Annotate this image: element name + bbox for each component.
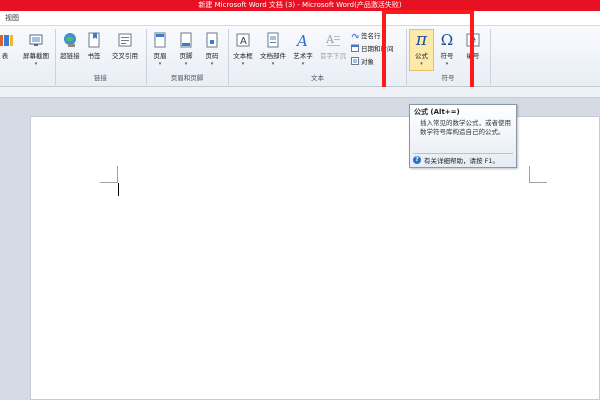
- group-label-header-footer: 页眉和页脚: [170, 74, 204, 82]
- group-label-links: 链接: [94, 74, 107, 82]
- bookmark-icon: [88, 32, 100, 48]
- group-label-symbols: 符号: [441, 74, 455, 82]
- equation-button-overlay[interactable]: π 公式 ▾: [410, 30, 433, 72]
- ribbon: 表 屏幕截图 ▾ 超链接 书签 交叉引用 链接 页眉 ▾ 页脚 ▾ 页码 ▾ 页…: [0, 26, 600, 87]
- screenshot-label: 屏幕截图: [23, 52, 49, 60]
- quick-parts-label: 文档部件: [260, 52, 286, 60]
- tooltip-help-text: 有关详细帮助，请按 F1。: [424, 157, 499, 165]
- footer-icon: [180, 32, 192, 48]
- ruler: [0, 87, 600, 98]
- wordart-button[interactable]: A 艺术字 ▾: [290, 30, 316, 72]
- cross-reference-icon: [118, 33, 132, 47]
- crop-mark: [529, 166, 530, 183]
- signature-icon: [351, 33, 359, 39]
- globe-link-icon: [64, 33, 76, 47]
- group-label-text: 文本: [311, 74, 324, 82]
- help-icon: ?: [413, 156, 421, 164]
- chevron-down-icon: ▾: [241, 61, 245, 67]
- equation-label: 公式: [415, 52, 428, 60]
- textbox-label: 文本框: [233, 52, 253, 60]
- number-label: 编号: [466, 52, 480, 60]
- quick-parts-button[interactable]: 文档部件 ▾: [258, 30, 288, 72]
- tooltip-title: 公式 (Alt+=): [414, 108, 460, 116]
- group-separator: [55, 29, 56, 85]
- screenshot-icon: [29, 34, 43, 46]
- calendar-icon: [351, 44, 359, 52]
- header-icon: [154, 32, 166, 48]
- tooltip-divider: [413, 153, 513, 154]
- group-separator: [146, 29, 147, 85]
- page-number-button[interactable]: 页码 ▾: [200, 30, 224, 72]
- page-number-label: 页码: [205, 52, 219, 60]
- svg-text:#: #: [469, 37, 477, 47]
- signature-line-button[interactable]: 签名行: [351, 30, 381, 40]
- object-button[interactable]: 对象: [351, 56, 374, 66]
- date-time-label: 日期和时间: [361, 45, 394, 53]
- bookmark-button[interactable]: 书签: [84, 30, 104, 72]
- pi-icon: π: [415, 30, 428, 50]
- chevron-down-icon: ▾: [445, 61, 449, 67]
- footer-label: 页脚: [179, 52, 193, 60]
- signature-line-label: 签名行: [361, 32, 381, 40]
- symbol-button[interactable]: Ω 符号 ▾: [436, 30, 458, 72]
- footer-button[interactable]: 页脚 ▾: [174, 30, 198, 72]
- text-cursor: [118, 183, 119, 196]
- omega-icon: Ω: [440, 31, 454, 49]
- number-button[interactable]: # 编号: [462, 30, 484, 72]
- svg-text:A: A: [325, 33, 335, 46]
- drop-cap-icon: A: [325, 33, 340, 46]
- chevron-down-icon: ▾: [210, 61, 214, 67]
- table-icon: [0, 35, 13, 46]
- page-number-icon: [206, 32, 218, 48]
- group-separator: [490, 29, 491, 85]
- screenshot-button[interactable]: 屏幕截图 ▾: [18, 30, 54, 72]
- tab-view[interactable]: 视图: [5, 13, 19, 23]
- cross-reference-button[interactable]: 交叉引用: [106, 30, 144, 72]
- cross-reference-label: 交叉引用: [112, 52, 138, 60]
- object-icon: [351, 57, 359, 65]
- svg-text:A: A: [240, 36, 247, 47]
- menu-bar: 视图: [0, 11, 600, 26]
- chevron-down-icon: ▾: [271, 61, 275, 67]
- number-icon: #: [466, 33, 480, 47]
- crop-mark: [529, 182, 547, 183]
- crop-mark: [117, 166, 118, 183]
- tooltip-description: 插入常见的数学公式，或者使用数学符号库构造自己的公式。: [420, 119, 511, 136]
- quick-parts-icon: [267, 32, 279, 48]
- drop-cap-label: 首字下沉: [320, 52, 346, 60]
- tooltip-help: ? 有关详细帮助，请按 F1。: [413, 155, 499, 165]
- hyperlink-button[interactable]: 超链接: [57, 30, 83, 72]
- window-title: 新建 Microsoft Word 文档 (3) - Microsoft Wor…: [0, 0, 600, 11]
- table-label: 表: [1, 52, 9, 60]
- table-button[interactable]: 表: [0, 30, 16, 72]
- chevron-down-icon: ▾: [301, 61, 305, 67]
- drop-cap-button[interactable]: A 首字下沉: [318, 30, 348, 72]
- group-separator: [228, 29, 229, 85]
- svg-text:A: A: [295, 32, 308, 48]
- chevron-down-icon: ▾: [34, 61, 38, 67]
- chevron-down-icon: ▾: [158, 61, 162, 67]
- object-label: 对象: [361, 58, 374, 66]
- textbox-icon: A: [236, 33, 250, 47]
- header-label: 页眉: [153, 52, 167, 60]
- wordart-label: 艺术字: [293, 52, 313, 60]
- date-time-button[interactable]: 日期和时间: [351, 43, 394, 53]
- hyperlink-label: 超链接: [60, 52, 80, 60]
- chevron-down-icon: ▾: [184, 61, 188, 67]
- header-button[interactable]: 页眉 ▾: [148, 30, 172, 72]
- chevron-down-icon: ▾: [420, 61, 423, 67]
- group-separator: [406, 29, 407, 85]
- bookmark-label: 书签: [87, 52, 101, 60]
- symbol-label: 符号: [440, 52, 454, 60]
- textbox-button[interactable]: A 文本框 ▾: [230, 30, 256, 72]
- equation-tooltip: 公式 (Alt+=) 插入常见的数学公式，或者使用数学符号库构造自己的公式。 ?…: [409, 104, 517, 168]
- wordart-icon: A: [295, 32, 308, 48]
- crop-mark: [100, 182, 118, 183]
